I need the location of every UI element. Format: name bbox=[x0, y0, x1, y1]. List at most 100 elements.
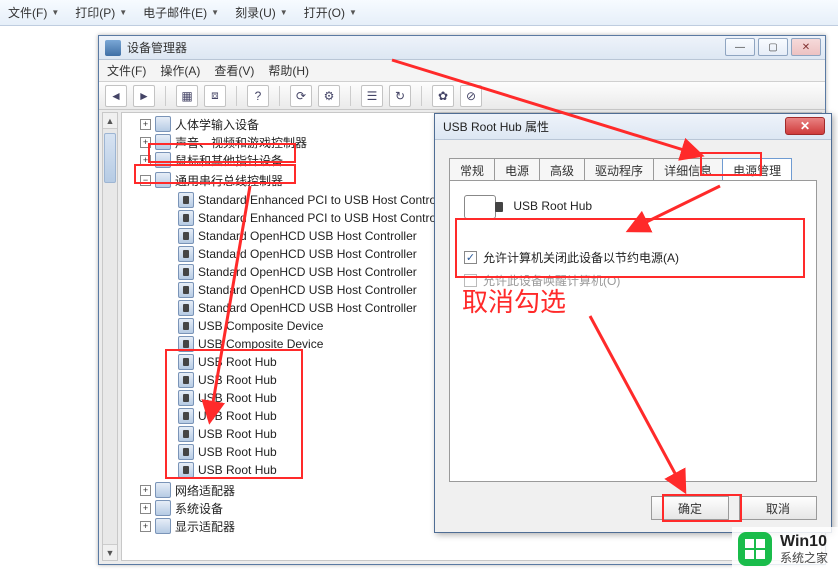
usb-plug-icon bbox=[178, 246, 194, 262]
usb-device-icon bbox=[464, 195, 496, 219]
collapse-icon[interactable]: − bbox=[140, 175, 151, 186]
close-button[interactable]: ✕ bbox=[791, 38, 821, 56]
ok-button[interactable]: 确定 bbox=[651, 496, 729, 520]
tab-driver[interactable]: 驱动程序 bbox=[584, 158, 654, 182]
devmgr-menubar: 文件(F) 操作(A) 查看(V) 帮助(H) bbox=[99, 60, 825, 82]
tb-help-icon[interactable]: ? bbox=[247, 85, 269, 107]
devmgr-menu-action[interactable]: 操作(A) bbox=[160, 62, 200, 79]
menu-burn[interactable]: 刻录(U)▼ bbox=[235, 4, 288, 21]
expand-icon[interactable]: + bbox=[140, 155, 151, 166]
tb-refresh-icon[interactable]: ⟳ bbox=[290, 85, 312, 107]
tree-node-usb-root-hub4[interactable]: USB Root Hub bbox=[178, 407, 277, 425]
tree-node-usb-ctrl2[interactable]: Standard Enhanced PCI to USB Host Contro… bbox=[178, 209, 448, 227]
checkbox-allow-wake bbox=[464, 274, 477, 287]
usb-plug-icon bbox=[178, 426, 194, 442]
devmgr-scrollbar[interactable]: ▲ ▼ bbox=[102, 112, 118, 561]
tree-node-usb-ctrl6[interactable]: Standard OpenHCD USB Host Controller bbox=[178, 281, 417, 299]
tree-node-hid[interactable]: + 人体学输入设备 bbox=[140, 115, 259, 133]
checkbox-allow-shutdown-row[interactable]: ✓ 允许计算机关闭此设备以节约电源(A) bbox=[464, 249, 802, 266]
props-title: USB Root Hub 属性 bbox=[443, 118, 549, 135]
cancel-button[interactable]: 取消 bbox=[739, 496, 817, 520]
tree-node-usb-controllers[interactable]: − 通用串行总线控制器 bbox=[140, 171, 283, 189]
tree-node-usb-ctrl1[interactable]: Standard Enhanced PCI to USB Host Contro… bbox=[178, 191, 448, 209]
tree-node-usb-ctrl3[interactable]: Standard OpenHCD USB Host Controller bbox=[178, 227, 417, 245]
devmgr-app-icon bbox=[105, 40, 121, 56]
usb-plug-icon bbox=[178, 444, 194, 460]
tree-node-usb-root-hub7[interactable]: USB Root Hub bbox=[178, 461, 277, 479]
usb-plug-icon bbox=[178, 390, 194, 406]
tb-fwd-icon[interactable]: ► bbox=[133, 85, 155, 107]
usb-plug-icon bbox=[178, 300, 194, 316]
device-icon bbox=[155, 152, 171, 168]
tree-node-usb-root-hub1[interactable]: USB Root Hub bbox=[178, 353, 277, 371]
tb-prop-icon[interactable]: ☰ bbox=[361, 85, 383, 107]
tree-node-usb-root-hub2[interactable]: USB Root Hub bbox=[178, 371, 277, 389]
usb-plug-icon bbox=[178, 462, 194, 478]
tab-details[interactable]: 详细信息 bbox=[653, 158, 723, 182]
tree-node-usb-root-hub3[interactable]: USB Root Hub bbox=[178, 389, 277, 407]
tree-node-usb-root-hub6[interactable]: USB Root Hub bbox=[178, 443, 277, 461]
tree-node-usb-ctrl5[interactable]: Standard OpenHCD USB Host Controller bbox=[178, 263, 417, 281]
tree-node-usb-composite2[interactable]: USB Composite Device bbox=[178, 335, 323, 353]
tb-back-icon[interactable]: ◄ bbox=[105, 85, 127, 107]
tb-disable-icon[interactable]: ⊘ bbox=[460, 85, 482, 107]
caret-icon: ▼ bbox=[211, 8, 219, 17]
tb-tree-icon[interactable]: ⧈ bbox=[204, 85, 226, 107]
device-icon bbox=[155, 116, 171, 132]
tree-node-system[interactable]: + 系统设备 bbox=[140, 499, 223, 517]
expand-icon[interactable]: + bbox=[140, 503, 151, 514]
props-close-button[interactable]: ✕ bbox=[785, 117, 825, 135]
devmgr-title: 设备管理器 bbox=[127, 39, 187, 56]
tb-uninstall-icon[interactable]: ✿ bbox=[432, 85, 454, 107]
device-icon bbox=[155, 172, 171, 188]
devmgr-menu-view[interactable]: 查看(V) bbox=[214, 62, 254, 79]
devmgr-titlebar[interactable]: 设备管理器 — ▢ ✕ bbox=[99, 36, 825, 60]
watermark: Win10 系统之家 bbox=[732, 527, 838, 571]
tree-node-usb-ctrl7[interactable]: Standard OpenHCD USB Host Controller bbox=[178, 299, 417, 317]
usb-plug-icon bbox=[178, 192, 194, 208]
menu-print[interactable]: 打印(P)▼ bbox=[75, 4, 127, 21]
tb-scan-icon[interactable]: ⚙ bbox=[318, 85, 340, 107]
checkbox-allow-wake-label: 允许此设备唤醒计算机(O) bbox=[483, 272, 620, 289]
tree-node-sound[interactable]: + 声音、视频和游戏控制器 bbox=[140, 133, 307, 151]
device-icon bbox=[155, 518, 171, 534]
maximize-button[interactable]: ▢ bbox=[758, 38, 788, 56]
checkbox-allow-shutdown[interactable]: ✓ bbox=[464, 251, 477, 264]
tb-update-icon[interactable]: ↻ bbox=[389, 85, 411, 107]
tree-node-usb-root-hub5[interactable]: USB Root Hub bbox=[178, 425, 277, 443]
menu-email[interactable]: 电子邮件(E)▼ bbox=[143, 4, 219, 21]
expand-icon[interactable]: + bbox=[140, 119, 151, 130]
caret-icon: ▼ bbox=[280, 8, 288, 17]
usb-plug-icon bbox=[178, 210, 194, 226]
tab-power-management[interactable]: 电源管理 bbox=[722, 158, 792, 182]
scroll-thumb[interactable] bbox=[104, 133, 116, 183]
watermark-logo-icon bbox=[738, 532, 772, 566]
expand-icon[interactable]: + bbox=[140, 137, 151, 148]
usb-plug-icon bbox=[178, 354, 194, 370]
menu-file[interactable]: 文件(F)▼ bbox=[8, 4, 59, 21]
usb-plug-icon bbox=[178, 264, 194, 280]
devmgr-menu-help[interactable]: 帮助(H) bbox=[268, 62, 309, 79]
tree-node-usb-composite1[interactable]: USB Composite Device bbox=[178, 317, 323, 335]
expand-icon[interactable]: + bbox=[140, 485, 151, 496]
scroll-down-icon[interactable]: ▼ bbox=[103, 544, 117, 560]
props-tabstrip: 常规 电源 高级 驱动程序 详细信息 电源管理 bbox=[449, 158, 791, 182]
tb-view-icon[interactable]: ▦ bbox=[176, 85, 198, 107]
menu-open[interactable]: 打开(O)▼ bbox=[304, 4, 357, 21]
tab-advanced[interactable]: 高级 bbox=[539, 158, 585, 182]
minimize-button[interactable]: — bbox=[725, 38, 755, 56]
tree-node-mouse[interactable]: + 鼠标和其他指针设备 bbox=[140, 151, 283, 169]
tree-node-usb-ctrl4[interactable]: Standard OpenHCD USB Host Controller bbox=[178, 245, 417, 263]
tab-general[interactable]: 常规 bbox=[449, 158, 495, 182]
device-icon bbox=[155, 500, 171, 516]
tree-node-network[interactable]: + 网络适配器 bbox=[140, 481, 235, 499]
props-titlebar[interactable]: USB Root Hub 属性 ✕ bbox=[435, 114, 831, 140]
scroll-up-icon[interactable]: ▲ bbox=[103, 113, 117, 129]
tree-node-display[interactable]: + 显示适配器 bbox=[140, 517, 235, 535]
caret-icon: ▼ bbox=[51, 8, 59, 17]
usb-plug-icon bbox=[178, 282, 194, 298]
devmgr-toolbar: ◄ ► ▦ ⧈ ? ⟳ ⚙ ☰ ↻ ✿ ⊘ bbox=[99, 82, 825, 110]
expand-icon[interactable]: + bbox=[140, 521, 151, 532]
tab-power[interactable]: 电源 bbox=[494, 158, 540, 182]
devmgr-menu-file[interactable]: 文件(F) bbox=[107, 62, 146, 79]
